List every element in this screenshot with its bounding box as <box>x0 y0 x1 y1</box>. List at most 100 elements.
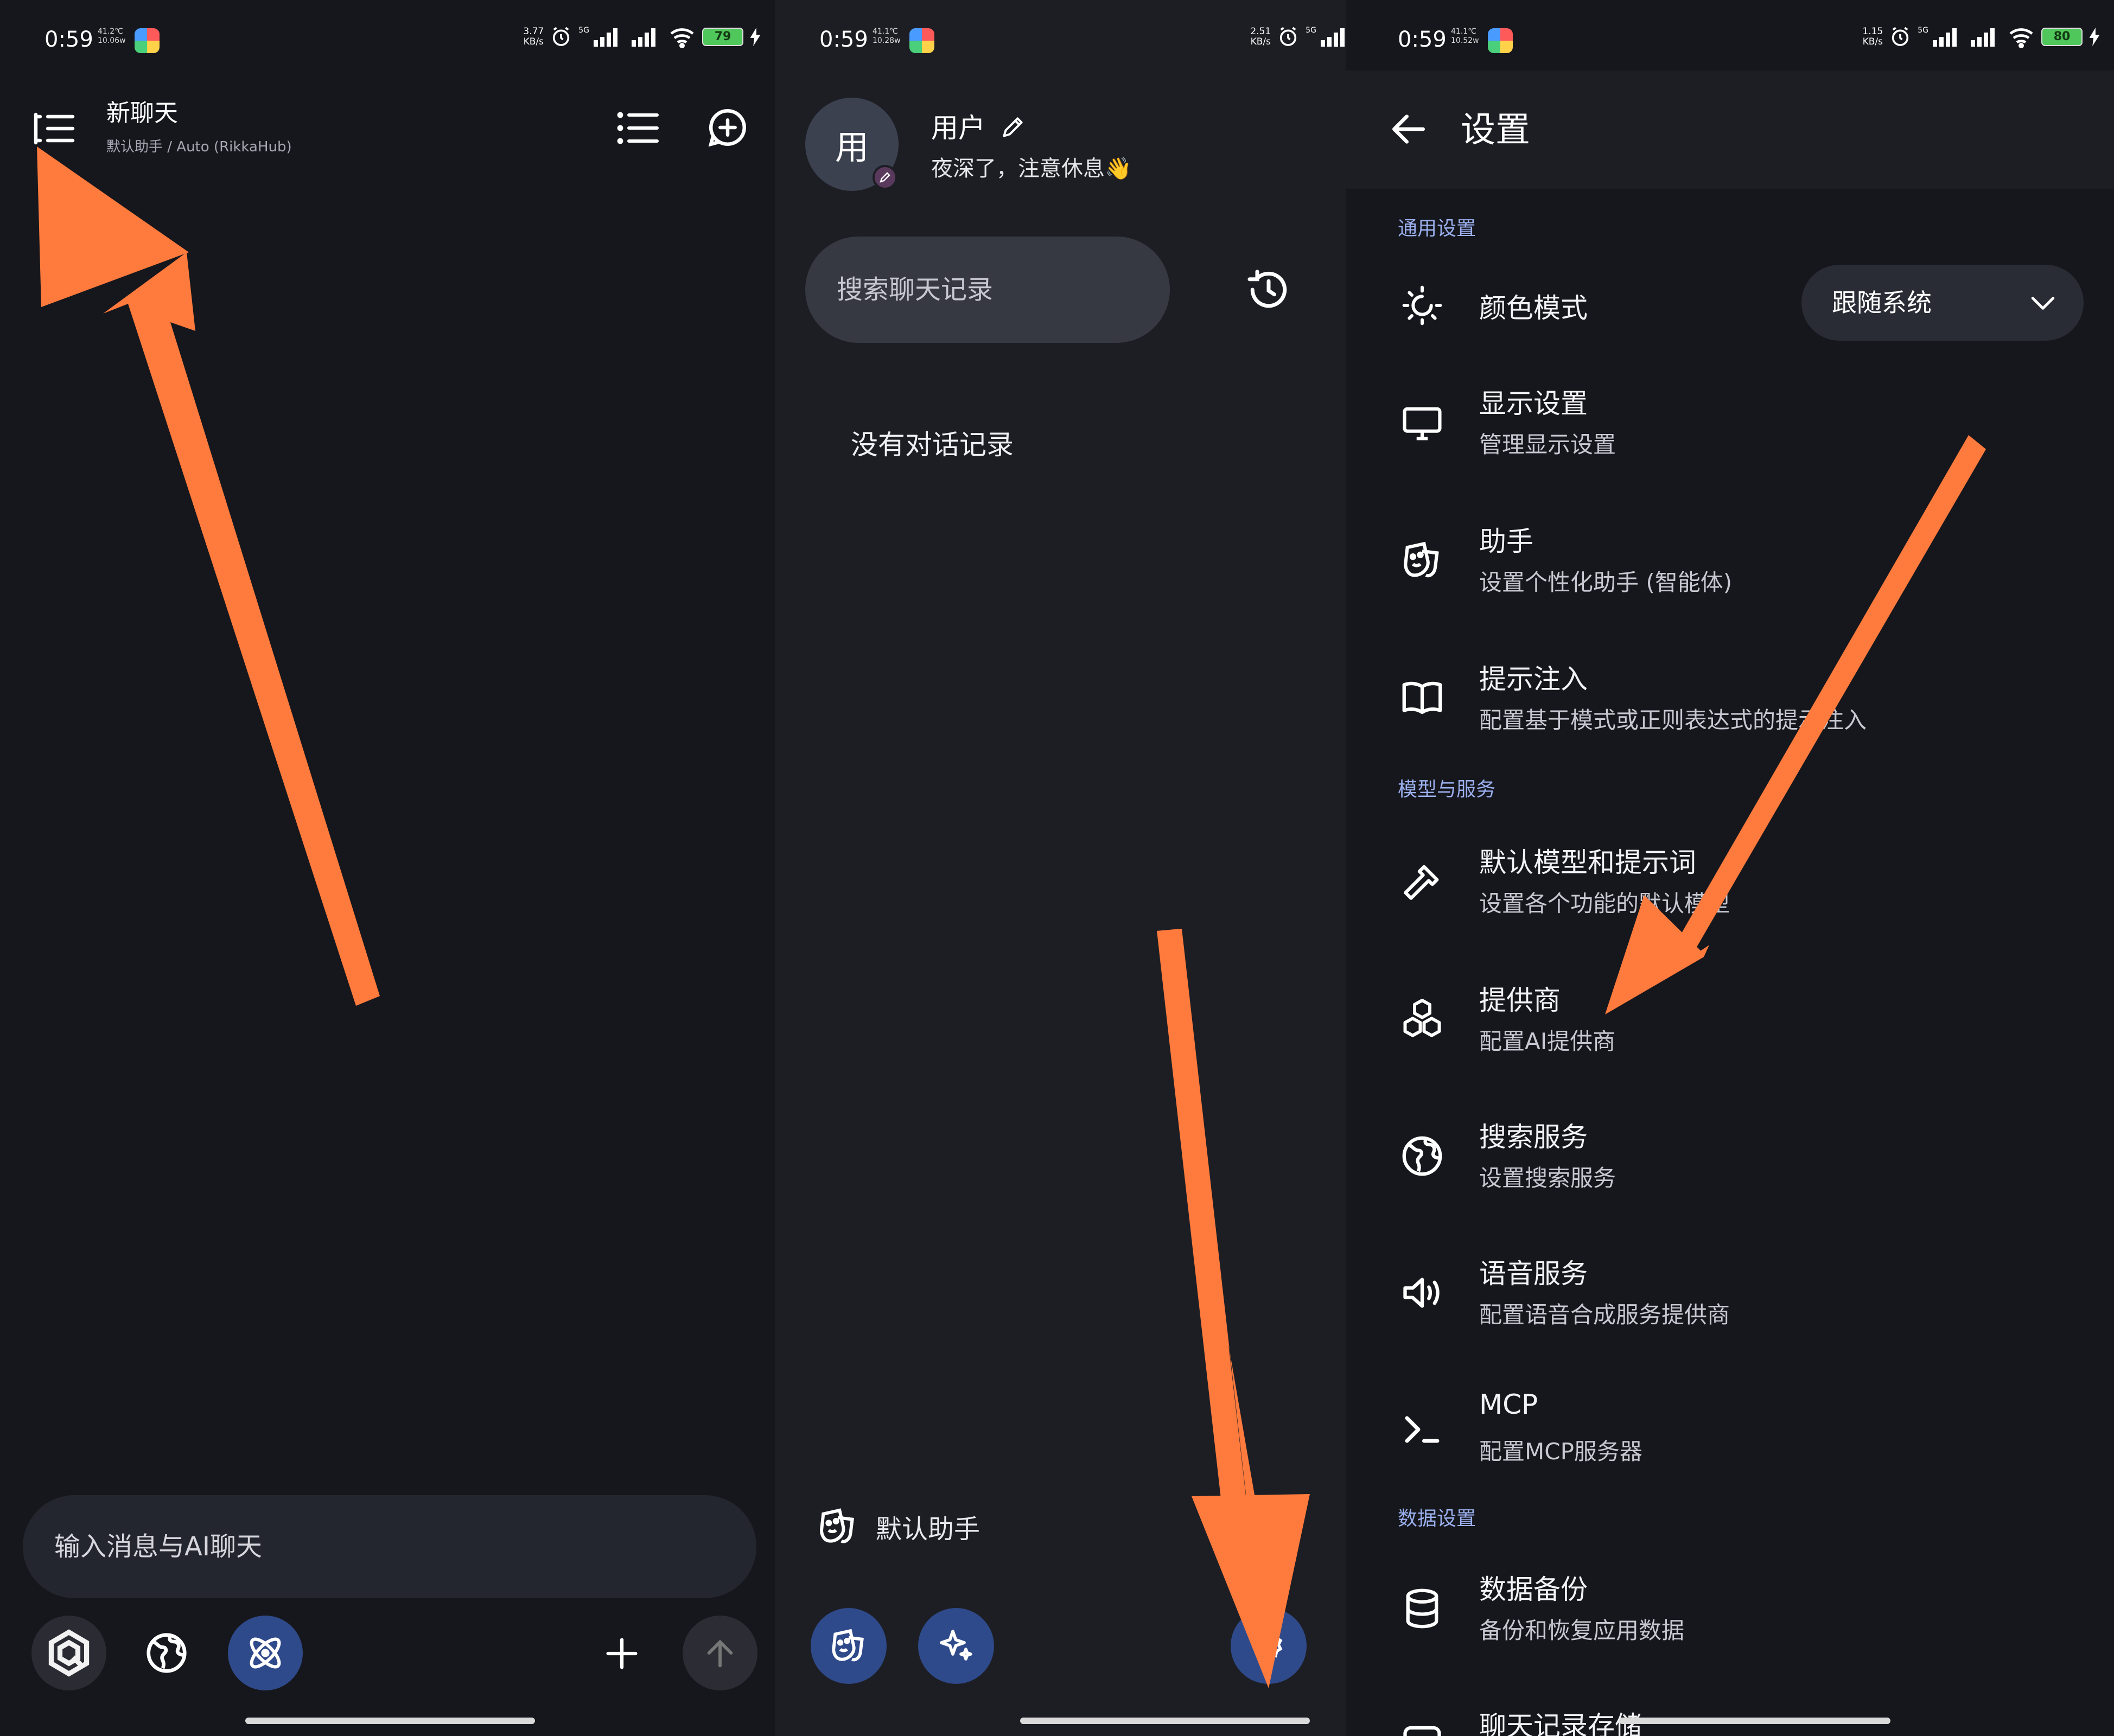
arrow-up-icon <box>707 1639 733 1668</box>
status-right: 3.77 KB/s 5G 79 <box>523 26 761 48</box>
menu-icon[interactable] <box>33 110 76 148</box>
status-temp: 41.2℃ 10.06w <box>98 27 126 45</box>
avatar-edit-badge[interactable] <box>873 165 897 190</box>
drawer-screen: 0:59 41.1℃ 10.28w 2.51 KB/s 5G 用 用户 夜深了，注意… <box>775 0 1346 1736</box>
settings-screen: 0:59 41.1℃ 10.52w 1.15 KB/s 5G 80 设置 通用设置 <box>1346 0 2114 1736</box>
monitor-icon <box>1398 399 1447 448</box>
signal-icon <box>594 28 617 47</box>
search-history-input[interactable]: 搜索聊天记录 <box>805 237 1170 343</box>
username[interactable]: 用户 <box>931 106 1027 145</box>
item-subtitle: 配置语音合成服务提供商 <box>1479 1301 1730 1328</box>
signal-icon-2 <box>1971 28 1995 47</box>
network-type: 5G <box>578 26 589 35</box>
status-right: 1.15 KB/s 5G 80 <box>1862 26 2100 48</box>
message-input[interactable]: 输入消息与AI聊天 <box>23 1495 756 1598</box>
signal-icon-2 <box>632 28 655 47</box>
item-subtitle: 配置MCP服务器 <box>1479 1438 1642 1465</box>
battery-level: 79 <box>702 28 743 46</box>
wifi-icon <box>670 28 694 48</box>
network-type: 5G <box>1918 26 1928 35</box>
item-title: 聊天记录存储 <box>1479 1711 1642 1736</box>
model-logo-icon <box>48 1629 90 1677</box>
globe-icon <box>1398 1132 1447 1180</box>
battery-level: 80 <box>2041 28 2083 46</box>
settings-item-search[interactable]: 搜索服务 设置搜索服务 <box>1398 1113 2098 1200</box>
item-subtitle: 配置基于模式或正则表达式的提示注入 <box>1479 707 1867 733</box>
web-search-button[interactable] <box>129 1616 204 1690</box>
chevron-down-icon <box>2031 297 2055 310</box>
book-icon <box>1398 673 1447 722</box>
status-bar: 0:59 41.1℃ 10.52w 1.15 KB/s 5G 80 <box>1346 24 2114 63</box>
new-chat-icon[interactable] <box>705 105 750 150</box>
color-mode-dropdown[interactable]: 跟随系统 <box>1801 265 2084 341</box>
item-title: 默认模型和提示词 <box>1479 847 1696 878</box>
app-icon <box>909 28 934 53</box>
chat-subtitle: 默认助手 / Auto (RikkaHub) <box>106 139 292 155</box>
chat-screen: 0:59 41.2℃ 10.06w 3.77 KB/s 5G 79 新聊天 默认助手… <box>0 0 775 1736</box>
settings-item-assistant[interactable]: 助手 设置个性化助手 (智能体) <box>1398 518 2098 604</box>
section-models: 模型与服务 <box>1398 778 1496 801</box>
history-icon[interactable] <box>1246 267 1291 312</box>
status-temp: 41.1℃ 10.52w <box>1451 27 1479 45</box>
status-time: 0:59 <box>819 27 868 52</box>
net-speed: 2.51 KB/s <box>1250 26 1271 47</box>
item-title: 助手 <box>1479 526 1533 557</box>
settings-item-prompt-injection[interactable]: 提示注入 配置基于模式或正则表达式的提示注入 <box>1398 655 2098 742</box>
chat-title: 新聊天 <box>106 99 178 127</box>
item-subtitle: 设置搜索服务 <box>1479 1165 1616 1191</box>
gesture-bar <box>1020 1718 1310 1724</box>
send-button[interactable] <box>683 1616 757 1690</box>
net-speed: 3.77 KB/s <box>523 26 544 47</box>
greeting-text: 夜深了，注意休息👋 <box>931 156 1132 181</box>
hammer-icon <box>1398 857 1447 906</box>
item-title: 提供商 <box>1479 985 1561 1016</box>
app-icon <box>135 28 160 53</box>
charging-icon <box>2089 28 2100 46</box>
back-arrow-icon[interactable] <box>1387 107 1430 151</box>
database-icon <box>1398 1584 1447 1633</box>
sparkle-icon <box>940 1630 972 1661</box>
settings-item-mcp[interactable]: MCP 配置MCP服务器 <box>1398 1387 2098 1473</box>
plus-icon[interactable] <box>601 1633 642 1674</box>
app-icon <box>1488 28 1513 53</box>
sparkle-button[interactable] <box>918 1608 994 1684</box>
settings-item-tts[interactable]: 语音服务 配置语音合成服务提供商 <box>1398 1250 2098 1337</box>
item-subtitle: 设置各个功能的默认模型 <box>1479 890 1730 917</box>
charging-icon <box>750 28 761 46</box>
page-title: 设置 <box>1461 110 1530 150</box>
settings-item-default-model[interactable]: 默认模型和提示词 设置各个功能的默认模型 <box>1398 839 2098 926</box>
item-title: MCP <box>1479 1389 1538 1420</box>
mask-icon <box>832 1629 864 1662</box>
settings-item-backup[interactable]: 数据备份 备份和恢复应用数据 <box>1398 1566 2098 1652</box>
alarm-icon <box>1892 27 1909 46</box>
alarm-icon <box>1280 27 1297 46</box>
pencil-icon <box>880 172 890 183</box>
item-subtitle: 备份和恢复应用数据 <box>1479 1617 1685 1644</box>
reasoning-button[interactable] <box>228 1616 303 1690</box>
status-bar: 0:59 41.2℃ 10.06w 3.77 KB/s 5G 79 <box>0 24 775 63</box>
signal-icon <box>1933 28 1957 47</box>
default-assistant-row[interactable]: 默认助手 <box>816 1505 980 1548</box>
avatar[interactable]: 用 <box>805 98 899 191</box>
settings-button[interactable] <box>1231 1608 1307 1684</box>
cubes-icon <box>1398 995 1447 1044</box>
list-icon[interactable] <box>615 110 660 146</box>
section-data: 数据设置 <box>1398 1508 1476 1530</box>
model-selector-button[interactable] <box>31 1616 106 1690</box>
signal-icon <box>1321 28 1345 47</box>
item-title: 语音服务 <box>1479 1258 1588 1290</box>
storage-icon <box>1398 1719 1447 1736</box>
terminal-icon <box>1398 1405 1447 1454</box>
mask-icon <box>819 1508 855 1543</box>
item-title: 提示注入 <box>1479 663 1588 695</box>
settings-item-display[interactable]: 显示设置 管理显示设置 <box>1398 380 2098 467</box>
wave-emoji: 👋 <box>1105 156 1132 181</box>
pencil-icon[interactable] <box>999 113 1027 141</box>
atom-icon <box>250 1637 281 1669</box>
status-right: 2.51 KB/s 5G <box>1250 26 1346 48</box>
assistant-button[interactable] <box>811 1608 887 1684</box>
item-subtitle: 设置个性化助手 (智能体) <box>1479 569 1733 596</box>
speaker-icon <box>1398 1268 1447 1317</box>
settings-appbar: 设置 <box>1346 71 2114 189</box>
settings-item-provider[interactable]: 提供商 配置AI提供商 <box>1398 976 2098 1063</box>
